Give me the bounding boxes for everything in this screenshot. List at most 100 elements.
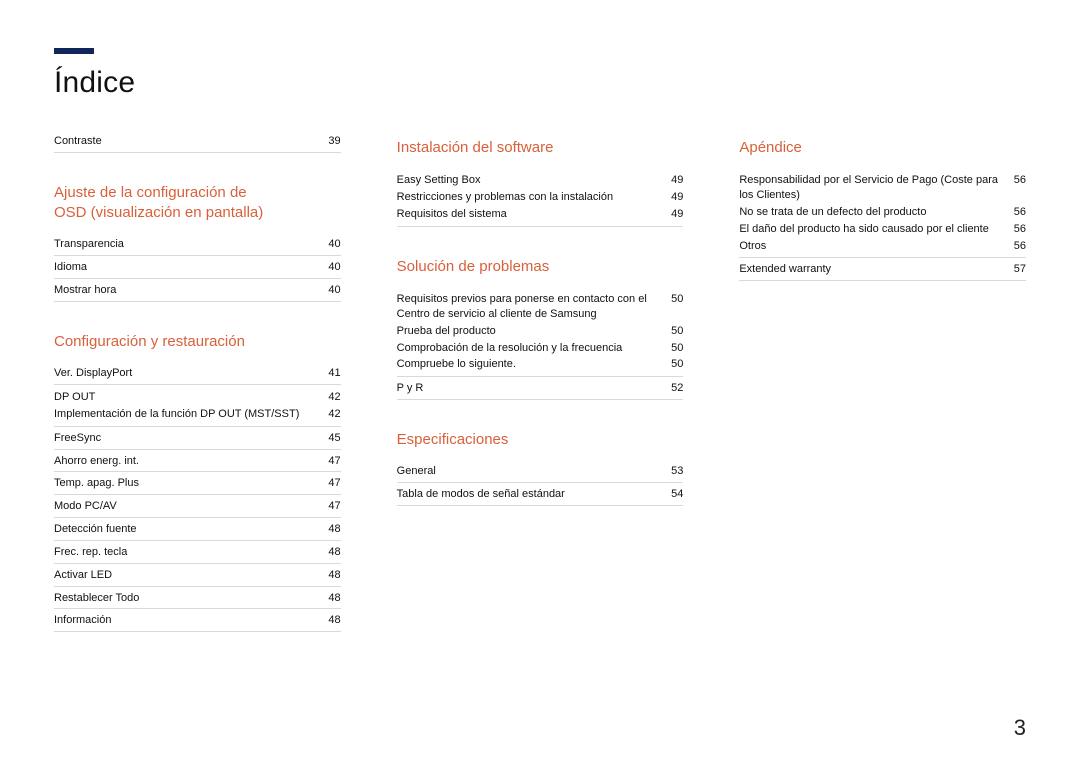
toc-entry-label: FreeSync xyxy=(54,431,321,446)
toc-block-software: Instalación del software Easy Setting Bo… xyxy=(397,138,684,227)
toc-subentry[interactable]: Comprobación de la resolución y la frecu… xyxy=(397,340,684,357)
toc-entry-page: 47 xyxy=(321,454,341,469)
page-title: Índice xyxy=(54,66,1026,100)
toc-block-appendix: Apéndice Responsabilidad por el Servicio… xyxy=(739,138,1026,281)
toc-entry[interactable]: Requisitos previos para ponerse en conta… xyxy=(397,291,684,323)
page-number: 3 xyxy=(1014,715,1026,741)
toc-entry-page: 49 xyxy=(663,173,683,188)
toc-column-3: Apéndice Responsabilidad por el Servicio… xyxy=(739,130,1026,662)
toc-entry-page: 39 xyxy=(321,134,341,149)
toc-entry-page: 50 xyxy=(663,357,683,372)
toc-entry-label: Activar LED xyxy=(54,568,321,583)
toc-entry-label: No se trata de un defecto del producto xyxy=(739,205,1006,220)
toc-entry-label: Temp. apag. Plus xyxy=(54,476,321,491)
toc-column-1: Contraste 39 Ajuste de la configuración … xyxy=(54,130,341,662)
toc-entry-label: Otros xyxy=(739,239,1006,254)
toc-entry-page: 50 xyxy=(663,292,683,322)
toc-entry-group: Responsabilidad por el Servicio de Pago … xyxy=(739,168,1026,258)
toc-entry-label: Restablecer Todo xyxy=(54,591,321,606)
toc-entry-label: Restricciones y problemas con la instala… xyxy=(397,190,664,205)
toc-entry-label: El daño del producto ha sido causado por… xyxy=(739,222,1006,237)
toc-entry-page: 40 xyxy=(321,260,341,275)
manual-toc-page: Índice Contraste 39 Ajuste de la configu… xyxy=(0,0,1080,763)
toc-section-heading[interactable]: Especificaciones xyxy=(397,430,684,450)
toc-entry[interactable]: Ver. DisplayPort41 xyxy=(54,362,341,385)
toc-entry-label: Easy Setting Box xyxy=(397,173,664,188)
toc-entry-page: 48 xyxy=(321,545,341,560)
toc-entry[interactable]: Tabla de modos de señal estándar54 xyxy=(397,483,684,506)
toc-entry[interactable]: P y R52 xyxy=(397,377,684,400)
toc-entry-label: Requisitos del sistema xyxy=(397,207,664,222)
toc-entry-label: Compruebe lo siguiente. xyxy=(397,357,664,372)
toc-section-heading[interactable]: Solución de problemas xyxy=(397,257,684,277)
toc-columns: Contraste 39 Ajuste de la configuración … xyxy=(54,130,1026,662)
toc-entry[interactable]: Responsabilidad por el Servicio de Pago … xyxy=(739,172,1026,204)
toc-entry[interactable]: Extended warranty57 xyxy=(739,258,1026,281)
toc-entry-page: 54 xyxy=(663,487,683,502)
toc-entry-page: 56 xyxy=(1006,239,1026,254)
toc-entry-label: Implementación de la función DP OUT (MST… xyxy=(54,407,321,422)
toc-entry-page: 41 xyxy=(321,366,341,381)
toc-entry[interactable]: Temp. apag. Plus47 xyxy=(54,472,341,495)
toc-entry-page: 49 xyxy=(663,190,683,205)
toc-section-heading[interactable]: Apéndice xyxy=(739,138,1026,158)
heading-line: OSD (visualización en pantalla) xyxy=(54,204,263,221)
toc-entry-label: General xyxy=(397,464,664,479)
toc-entry-label: Información xyxy=(54,613,321,628)
toc-entry[interactable]: Restablecer Todo48 xyxy=(54,587,341,610)
toc-entry-page: 48 xyxy=(321,613,341,628)
toc-entry-label: Ver. DisplayPort xyxy=(54,366,321,381)
toc-entry-page: 48 xyxy=(321,522,341,537)
toc-entry-label: DP OUT xyxy=(54,390,321,405)
toc-entry[interactable]: Mostrar hora40 xyxy=(54,279,341,302)
toc-entry-label: Frec. rep. tecla xyxy=(54,545,321,560)
toc-entry-page: 52 xyxy=(663,381,683,396)
toc-subentry[interactable]: Restricciones y problemas con la instala… xyxy=(397,189,684,206)
heading-line: Ajuste de la configuración de xyxy=(54,184,247,201)
toc-entry-page: 50 xyxy=(663,324,683,339)
toc-entry-label: Idioma xyxy=(54,260,321,275)
toc-entry[interactable]: Información48 xyxy=(54,609,341,632)
toc-entry[interactable]: FreeSync45 xyxy=(54,427,341,450)
toc-entry-label: Transparencia xyxy=(54,237,321,252)
toc-block-spec: Especificaciones General53 Tabla de modo… xyxy=(397,430,684,506)
toc-entry[interactable]: Contraste 39 xyxy=(54,130,341,153)
toc-entry-page: 56 xyxy=(1006,222,1026,237)
toc-entry-page: 56 xyxy=(1006,205,1026,220)
toc-entry[interactable]: General53 xyxy=(397,460,684,483)
toc-section-heading[interactable]: Configuración y restauración xyxy=(54,332,341,352)
toc-entry-page: 42 xyxy=(321,390,341,405)
toc-entry-label: Mostrar hora xyxy=(54,283,321,298)
toc-subentry[interactable]: El daño del producto ha sido causado por… xyxy=(739,221,1026,238)
toc-entry[interactable]: DP OUT42 xyxy=(54,389,341,406)
toc-column-2: Instalación del software Easy Setting Bo… xyxy=(397,130,684,662)
toc-entry-page: 40 xyxy=(321,283,341,298)
toc-entry[interactable]: Detección fuente48 xyxy=(54,518,341,541)
toc-subentry[interactable]: Otros56 xyxy=(739,238,1026,255)
toc-entry[interactable]: Ahorro energ. int.47 xyxy=(54,450,341,473)
toc-entry-label: P y R xyxy=(397,381,664,396)
toc-entry-group: DP OUT42 Implementación de la función DP… xyxy=(54,385,341,427)
toc-entry-page: 57 xyxy=(1006,262,1026,277)
toc-entry-page: 56 xyxy=(1006,173,1026,203)
toc-subentry[interactable]: Compruebe lo siguiente.50 xyxy=(397,356,684,373)
toc-section-heading[interactable]: Ajuste de la configuración de OSD (visua… xyxy=(54,183,341,224)
toc-entry-page: 40 xyxy=(321,237,341,252)
toc-entry-group: Easy Setting Box49 Restricciones y probl… xyxy=(397,168,684,227)
toc-block-continued: Contraste 39 xyxy=(54,130,341,153)
toc-subentry[interactable]: Requisitos del sistema49 xyxy=(397,206,684,223)
toc-subentry[interactable]: Prueba del producto50 xyxy=(397,323,684,340)
toc-entry[interactable]: Activar LED48 xyxy=(54,564,341,587)
toc-subentry[interactable]: No se trata de un defecto del producto56 xyxy=(739,204,1026,221)
toc-entry[interactable]: Transparencia40 xyxy=(54,233,341,256)
toc-entry[interactable]: Easy Setting Box49 xyxy=(397,172,684,189)
toc-entry-label: Prueba del producto xyxy=(397,324,664,339)
toc-subentry[interactable]: Implementación de la función DP OUT (MST… xyxy=(54,406,341,423)
toc-section-heading[interactable]: Instalación del software xyxy=(397,138,684,158)
toc-entry[interactable]: Modo PC/AV47 xyxy=(54,495,341,518)
toc-entry[interactable]: Frec. rep. tecla48 xyxy=(54,541,341,564)
toc-entry-page: 47 xyxy=(321,499,341,514)
toc-block-osd: Ajuste de la configuración de OSD (visua… xyxy=(54,183,341,302)
toc-entry[interactable]: Idioma40 xyxy=(54,256,341,279)
toc-entry-page: 49 xyxy=(663,207,683,222)
